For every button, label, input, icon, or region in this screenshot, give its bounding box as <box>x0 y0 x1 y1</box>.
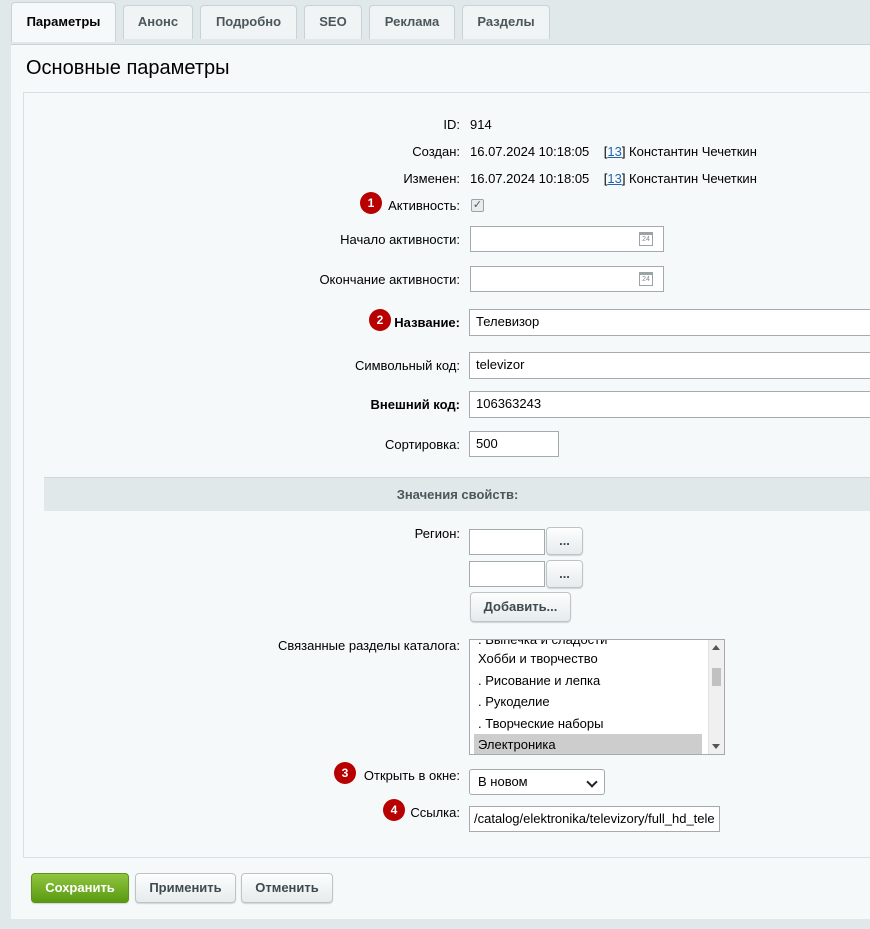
region-pick-button-2[interactable]: ... <box>546 560 583 588</box>
id-value: 914 <box>470 117 492 132</box>
modified-value: 16.07.2024 10:18:05 [13] Константин Чече… <box>470 171 757 186</box>
region-input-1[interactable] <box>469 529 545 555</box>
modified-user-link[interactable]: 13 <box>607 171 621 186</box>
tab-details[interactable]: Подробно <box>200 5 297 39</box>
marker-4: 4 <box>383 799 405 821</box>
tab-announcement[interactable]: Анонс <box>123 5 193 39</box>
modified-user-name: Константин Чечеткин <box>629 171 757 186</box>
marker-2: 2 <box>369 309 391 331</box>
active-from-input[interactable] <box>470 226 664 252</box>
region-pick-button-1[interactable]: ... <box>546 527 583 555</box>
region-input-2[interactable] <box>469 561 545 587</box>
scroll-down-icon[interactable] <box>712 744 720 749</box>
content-panel: Основные параметры ID: 914 Создан: 16.07… <box>11 44 870 919</box>
chevron-down-icon <box>586 776 598 788</box>
xml-id-label: Внешний код: <box>370 397 460 412</box>
code-input[interactable]: televizor <box>469 352 870 379</box>
link-input[interactable]: /catalog/elektronika/televizory/full_hd_… <box>469 806 720 832</box>
listbox-scrollbar[interactable] <box>708 640 724 754</box>
properties-heading: Значения свойств: <box>44 477 870 511</box>
open-in-value: В новом <box>478 774 528 789</box>
sort-label: Сортировка: <box>385 437 460 452</box>
modified-date: 16.07.2024 10:18:05 <box>470 171 590 186</box>
created-user-name: Константин Чечеткин <box>629 144 757 159</box>
sections-label: Связанные разделы каталога: <box>277 638 460 653</box>
calendar-icon-from[interactable]: 24 <box>639 232 653 246</box>
main-form: ID: 914 Создан: 16.07.2024 10:18:05 [13]… <box>23 92 870 858</box>
marker-3: 3 <box>334 762 356 784</box>
xml-id-input[interactable]: 106363243 <box>469 391 870 418</box>
list-item-selected[interactable]: Электроника <box>474 734 702 754</box>
tab-parameters[interactable]: Параметры <box>11 2 116 42</box>
open-in-label: Открыть в окне: <box>363 768 460 783</box>
active-to-label: Окончание активности: <box>319 272 460 287</box>
cancel-button[interactable]: Отменить <box>241 873 333 903</box>
active-label: Активность: <box>388 198 460 213</box>
region-add-button[interactable]: Добавить... <box>470 592 571 622</box>
created-value: 16.07.2024 10:18:05 [13] Константин Чече… <box>470 144 757 159</box>
list-item[interactable]: Хобби и творчество <box>474 648 702 669</box>
active-to-input[interactable] <box>470 266 664 292</box>
tab-bar: Параметры Анонс Подробно SEO Реклама Раз… <box>0 0 870 44</box>
open-in-select[interactable]: В новом <box>469 769 605 795</box>
name-input[interactable]: Телевизор <box>469 309 870 336</box>
scroll-up-icon[interactable] <box>712 645 720 650</box>
created-user-link[interactable]: 13 <box>607 144 621 159</box>
code-label: Символьный код: <box>354 358 460 373</box>
modified-label: Изменен: <box>403 171 460 186</box>
active-from-label: Начало активности: <box>340 232 460 247</box>
link-label: Ссылка: <box>410 805 460 820</box>
apply-button[interactable]: Применить <box>135 873 236 903</box>
active-checkbox[interactable]: ✓ <box>471 199 484 212</box>
list-item[interactable]: . Рукоделие <box>474 691 702 712</box>
region-label: Регион: <box>414 526 460 541</box>
list-item[interactable]: . Творческие наборы <box>474 713 702 734</box>
tab-sections[interactable]: Разделы <box>462 5 550 39</box>
name-label: Название: <box>394 315 460 330</box>
sections-listbox[interactable]: . Выпечка и сладости Хобби и творчество … <box>469 639 725 755</box>
tab-seo[interactable]: SEO <box>304 5 362 39</box>
created-label: Создан: <box>412 144 460 159</box>
created-date: 16.07.2024 10:18:05 <box>470 144 590 159</box>
calendar-icon-to[interactable]: 24 <box>639 272 653 286</box>
sort-input[interactable]: 500 <box>469 431 559 457</box>
list-item[interactable]: . Рисование и лепка <box>474 670 702 691</box>
marker-1: 1 <box>360 192 382 214</box>
save-button[interactable]: Сохранить <box>31 873 129 903</box>
id-label: ID: <box>443 117 460 132</box>
scroll-thumb[interactable] <box>712 668 721 686</box>
tab-advertising[interactable]: Реклама <box>369 5 455 39</box>
page-title: Основные параметры <box>26 57 230 79</box>
